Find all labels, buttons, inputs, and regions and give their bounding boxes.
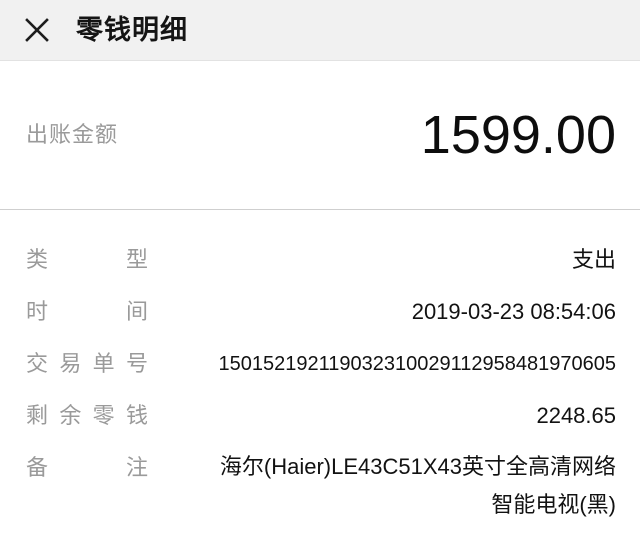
page-title: 零钱明细	[76, 14, 188, 45]
detail-value-time: 2019-03-23 08:54:06	[411, 299, 616, 324]
detail-row-time: 时间 2019-03-23 08:54:06	[26, 292, 616, 338]
detail-row-transaction-id: 交易单号 15015219211903231002911295848197060…	[26, 344, 616, 390]
amount-label: 出账金额	[26, 122, 119, 147]
close-icon[interactable]	[20, 13, 54, 47]
detail-list: 类型 支出 时间 2019-03-23 08:54:06 交易单号 150152…	[0, 210, 640, 524]
detail-label-type: 类型	[26, 247, 148, 272]
detail-value-remark: 海尔(Haier)LE43C51X43英寸全高清网络智能电视(黑)	[219, 454, 616, 517]
detail-label-remark: 备注	[26, 455, 148, 480]
amount-value: 1599.00	[420, 105, 616, 165]
amount-section: 出账金额 1599.00	[0, 61, 640, 210]
detail-label-balance: 剩余零钱	[26, 403, 148, 428]
detail-value-transaction-id[interactable]: 150152192119032310029112958481970605	[148, 344, 616, 384]
detail-row-remark: 备注 海尔(Haier)LE43C51X43英寸全高清网络智能电视(黑)	[26, 448, 616, 524]
detail-value-type: 支出	[571, 247, 616, 272]
detail-row-balance: 剩余零钱 2248.65	[26, 396, 616, 442]
detail-row-type: 类型 支出	[26, 240, 616, 286]
detail-label-time: 时间	[26, 299, 148, 324]
detail-value-balance: 2248.65	[536, 403, 616, 428]
title-bar: 零钱明细	[0, 0, 640, 61]
detail-label-transaction-id: 交易单号	[26, 351, 148, 376]
change-detail-page: 零钱明细 出账金额 1599.00 类型 支出 时间 2019-03-23 08…	[0, 0, 640, 535]
